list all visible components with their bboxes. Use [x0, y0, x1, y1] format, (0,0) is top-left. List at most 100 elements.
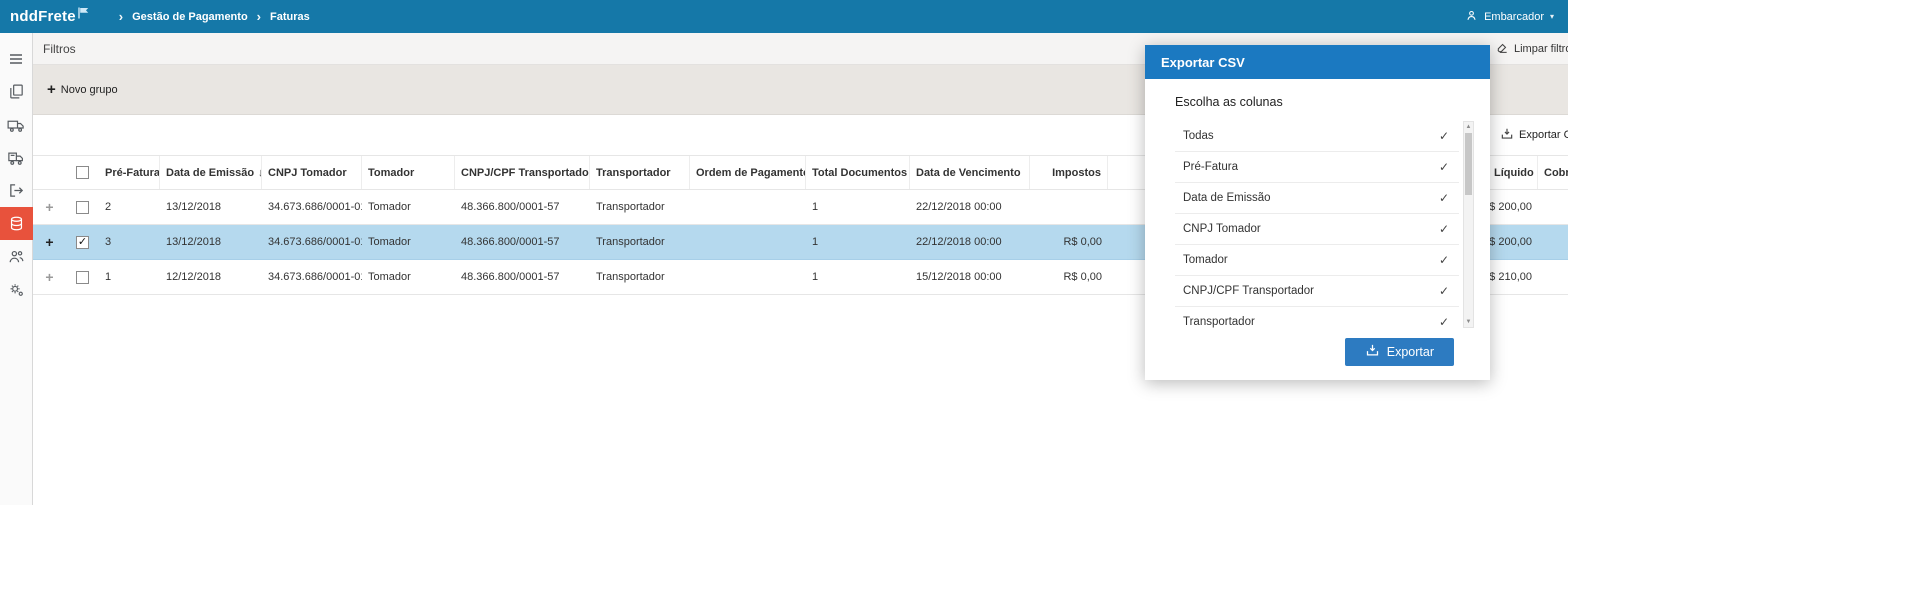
column-option-cnpj-cpf-transportador[interactable]: CNPJ/CPF Transportador ✓: [1175, 276, 1459, 307]
cell-cnpj-cpf-transportador: 48.366.800/0001-57: [461, 236, 560, 248]
app-window: nddFrete › Gestão de Pagamento › Faturas…: [0, 0, 1568, 505]
cell-ordem-pagamento: [690, 225, 806, 259]
sidebar-item-users[interactable]: [0, 240, 33, 273]
cell-data-emissao: 12/12/2018: [166, 271, 222, 283]
header-impostos[interactable]: Impostos: [1030, 156, 1108, 189]
export-button[interactable]: Exportar: [1344, 338, 1454, 366]
modal-scrollbar[interactable]: ▲ ▼: [1463, 121, 1474, 328]
user-menu-label: Embarcador: [1484, 10, 1544, 23]
expand-cell: +: [33, 260, 66, 294]
export-arrow-icon: [8, 182, 25, 199]
header-transportador[interactable]: Transportador: [590, 156, 690, 189]
header-checkbox-cell: [66, 156, 99, 189]
column-option-data-emissao[interactable]: Data de Emissão ✓: [1175, 183, 1459, 214]
cell-liquido: R$ 200,00: [1488, 201, 1532, 213]
cell-total-documentos: 1: [812, 201, 819, 213]
checkbox-cell: ✓: [66, 225, 99, 259]
cell-pre-fatura: 3: [105, 236, 112, 248]
cell-transportador: Transportador: [596, 271, 665, 283]
sidebar-item-payments[interactable]: [0, 207, 33, 240]
cell-ordem-pagamento: [690, 190, 806, 224]
expand-row-button[interactable]: +: [45, 200, 53, 214]
sidebar-item-export[interactable]: [0, 174, 33, 207]
modal-title: Exportar CSV: [1161, 54, 1245, 70]
cell-cnpj-tomador: 34.673.686/0001-01: [268, 236, 362, 248]
export-csv-button[interactable]: Exportar CSV: [1500, 115, 1568, 155]
caret-down-icon: ▾: [1549, 12, 1554, 21]
check-icon: ✓: [1438, 191, 1449, 205]
cell-liquido: R$ 210,00: [1488, 271, 1532, 283]
header-data-emissao[interactable]: Data de Emissão ↓: [160, 156, 262, 189]
scrollbar-up-icon[interactable]: ▲: [1464, 122, 1473, 132]
expand-row-button[interactable]: +: [45, 270, 53, 284]
sidebar-item-menu[interactable]: [0, 42, 33, 75]
expand-row-button[interactable]: +: [45, 235, 53, 249]
header-cobranca[interactable]: Cobrança: [1538, 156, 1568, 189]
clear-filter-button[interactable]: Limpar filtro: [1495, 33, 1568, 65]
cell-data-vencimento: 22/12/2018 00:00: [916, 236, 1002, 248]
cell-cnpj-cpf-transportador: 48.366.800/0001-57: [461, 201, 560, 213]
sidebar-item-settings[interactable]: [0, 273, 33, 306]
cell-cobranca: [1538, 190, 1568, 224]
column-option-cnpj-tomador[interactable]: CNPJ Tomador ✓: [1175, 214, 1459, 245]
header-pre-fatura[interactable]: Pré-Fatura: [99, 156, 160, 189]
modal-footer: Exportar: [1145, 328, 1490, 380]
new-group-label: Novo grupo: [60, 83, 118, 96]
option-label: Pré-Fatura: [1183, 161, 1238, 173]
breadcrumb: › Gestão de Pagamento › Faturas: [119, 10, 310, 23]
header-data-vencimento[interactable]: Data de Vencimento: [910, 156, 1030, 189]
export-icon: [1365, 343, 1380, 361]
breadcrumb-faturas[interactable]: Faturas: [270, 11, 310, 23]
cell-data-vencimento: 15/12/2018 00:00: [916, 271, 1002, 283]
cell-total-documentos: 1: [812, 271, 819, 283]
cell-cobranca: [1538, 260, 1568, 294]
expand-cell: +: [33, 225, 66, 259]
cell-total-documentos: 1: [812, 236, 819, 248]
header-liquido[interactable]: Líquido: [1488, 156, 1538, 189]
option-label: CNPJ Tomador: [1183, 223, 1261, 235]
chevron-right-icon: ›: [118, 9, 124, 24]
scrollbar-down-icon[interactable]: ▼: [1464, 317, 1473, 327]
payments-coins-icon: [8, 215, 25, 232]
header-ordem-pagamento[interactable]: Ordem de Pagamento: [690, 156, 806, 189]
row-checkbox-checked[interactable]: ✓: [76, 235, 89, 249]
header-tomador[interactable]: Tomador: [362, 156, 455, 189]
documents-icon: [8, 83, 25, 100]
breadcrumb-gestao-de-pagamento[interactable]: Gestão de Pagamento: [132, 11, 248, 23]
column-option-transportador[interactable]: Transportador ✓: [1175, 307, 1459, 328]
column-option-tomador[interactable]: Tomador ✓: [1175, 245, 1459, 276]
row-checkbox[interactable]: [76, 200, 89, 214]
cell-impostos: R$ 0,00: [1063, 236, 1102, 248]
cell-tomador: Tomador: [368, 236, 411, 248]
cell-tomador: Tomador: [368, 271, 411, 283]
scrollbar-thumb[interactable]: [1465, 133, 1472, 195]
export-csv-modal: Exportar CSV Escolha as colunas Todas ✓ …: [1145, 45, 1490, 380]
sidebar-item-fleet[interactable]: [0, 141, 33, 174]
cell-liquido: R$ 200,00: [1488, 236, 1532, 248]
new-group-button[interactable]: + Novo grupo: [47, 82, 118, 97]
export-csv-icon: [1500, 127, 1514, 144]
check-icon: ✓: [1438, 315, 1449, 328]
expand-cell: +: [33, 190, 66, 224]
sidebar-item-documents[interactable]: [0, 75, 33, 108]
chevron-right-icon: ›: [256, 9, 262, 24]
column-options-list: Todas ✓ Pré-Fatura ✓ Data de Emissão ✓ C…: [1175, 121, 1459, 328]
cell-data-emissao: 13/12/2018: [166, 201, 222, 213]
sidebar-item-truck[interactable]: [0, 108, 33, 141]
cell-cobranca: [1538, 225, 1568, 259]
cell-impostos: [1030, 190, 1108, 224]
check-icon: ✓: [1438, 284, 1449, 298]
column-option-todas[interactable]: Todas ✓: [1175, 121, 1459, 152]
cell-cnpj-tomador: 34.673.686/0001-01: [268, 201, 362, 213]
eraser-icon: [1495, 41, 1509, 58]
header-total-documentos[interactable]: Total Documentos: [806, 156, 910, 189]
user-menu[interactable]: Embarcador ▾: [1465, 0, 1554, 33]
header-cnpj-cpf-transportador[interactable]: CNPJ/CPF Transportador: [455, 156, 590, 189]
column-option-pre-fatura[interactable]: Pré-Fatura ✓: [1175, 152, 1459, 183]
select-all-checkbox[interactable]: [76, 166, 89, 179]
cell-transportador: Transportador: [596, 201, 665, 213]
header-cnpj-tomador[interactable]: CNPJ Tomador: [262, 156, 362, 189]
cell-data-emissao: 13/12/2018: [166, 236, 222, 248]
row-checkbox[interactable]: [76, 270, 89, 284]
users-icon: [8, 248, 25, 265]
